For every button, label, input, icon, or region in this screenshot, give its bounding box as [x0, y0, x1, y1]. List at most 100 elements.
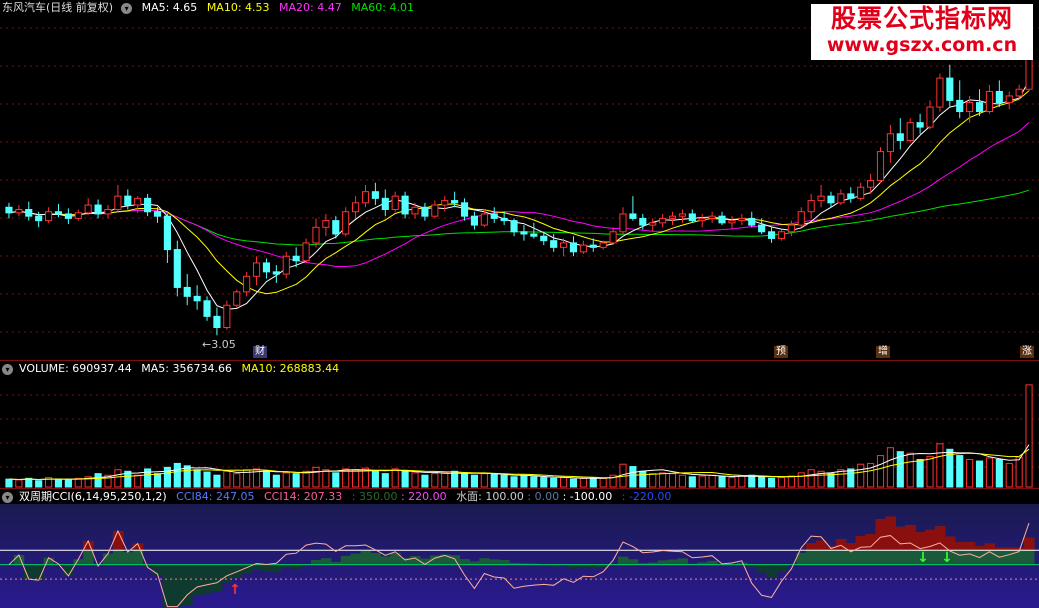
volume-bar: [629, 466, 637, 488]
event-badge-increase[interactable]: 增: [876, 346, 890, 358]
event-badge-financial[interactable]: 财: [253, 346, 267, 358]
volume-bar: [857, 463, 865, 488]
ma10-line: [8, 90, 1030, 295]
cci-long-area: [380, 556, 391, 565]
watermark-logo: 股票公式指标网 www.gszx.com.cn: [811, 4, 1033, 60]
cci-long-area: [499, 559, 510, 565]
sell-signal-down-arrow-icon: ↓: [917, 550, 929, 566]
candle-body: [876, 151, 885, 182]
cci-long-area: [172, 564, 183, 607]
volume-bar: [649, 473, 657, 488]
volume-bar: [956, 455, 964, 488]
candle-body: [975, 102, 984, 113]
volume-bar: [134, 474, 142, 488]
candle-body: [332, 220, 340, 235]
volume-bar: [74, 477, 82, 488]
candle-body: [767, 231, 776, 239]
volume-bar: [698, 475, 706, 488]
volume-bar: [728, 477, 736, 488]
volume-bar: [64, 479, 72, 488]
volume-ma5-label: MA5: 356734.66: [141, 362, 232, 375]
event-badge-forecast[interactable]: 预: [774, 346, 788, 358]
volume-bar: [441, 472, 449, 488]
volume-bar: [272, 474, 280, 488]
candle-body: [926, 106, 934, 128]
candle-body: [550, 240, 558, 248]
candle-body: [213, 315, 221, 329]
cci-indicator-chart[interactable]: ↑ ↓ ↓: [0, 488, 1039, 608]
cci-long-area: [291, 564, 302, 569]
volume-bar: [510, 476, 518, 488]
candle-body: [886, 133, 894, 153]
candle-body: [777, 231, 786, 239]
cci-overbought-area: [905, 525, 916, 551]
volume-bar: [173, 462, 181, 488]
volume-bar: [223, 470, 231, 488]
volume-bar: [668, 473, 677, 488]
volume-bar: [569, 478, 578, 488]
candle-body: [451, 200, 459, 204]
candle-body: [1015, 88, 1023, 97]
candle-body: [728, 220, 736, 224]
volume-bar: [262, 470, 271, 488]
volume-bar: [966, 459, 974, 488]
volume-bar: [847, 468, 855, 488]
cci-long-area: [766, 564, 777, 578]
candle-body: [193, 295, 201, 302]
volume-bar: [589, 477, 597, 488]
volume-settings-toggle-icon[interactable]: ▾: [2, 363, 13, 375]
volume-chart-pane[interactable]: ▾ VOLUME: 690937.44 MA5: 356734.66 MA10: …: [0, 361, 1039, 488]
cci-indicator-name: 双周期CCI(6,14,95,250,1,2): [19, 490, 167, 503]
volume-bar: [837, 469, 845, 488]
candle-body: [401, 195, 409, 215]
cci-long-area: [43, 557, 55, 565]
volume-bar: [559, 477, 568, 488]
cci84-label: CCI84: 247.05: [176, 490, 255, 503]
level-neg220-label: : -220.00: [621, 490, 672, 503]
buy-signal-up-arrow-icon: ↑: [229, 582, 241, 598]
volume-bar: [1015, 456, 1023, 488]
cci-long-area: [667, 559, 678, 565]
candle-body: [94, 204, 102, 215]
cci-long-area: [261, 564, 272, 572]
event-badge-limit-up[interactable]: 涨: [1020, 346, 1034, 358]
volume-bar: [322, 469, 330, 488]
cci-long-area: [677, 558, 688, 565]
volume-bar: [460, 473, 469, 488]
volume-chart[interactable]: [0, 361, 1039, 488]
candle-body: [589, 244, 597, 248]
cci-settings-toggle-icon[interactable]: ▾: [2, 491, 13, 503]
candle-body: [441, 200, 449, 206]
volume-bar: [579, 477, 587, 488]
candle-body: [163, 215, 171, 251]
candle-body: [74, 212, 82, 219]
cci-overbought-area: [835, 539, 847, 551]
volume-bar: [550, 477, 558, 488]
candle-body: [837, 193, 845, 204]
sell-signal-down-arrow-icon: ↓: [941, 550, 953, 566]
volume-bar: [876, 455, 885, 488]
cci-indicator-pane[interactable]: ↑ ↓ ↓ ▾ 双周期CCI(6,14,95,250,1,2) CCI84: 247.…: [0, 488, 1039, 608]
cci-long-area: [271, 564, 282, 573]
cci-long-area: [320, 558, 332, 565]
candle-body: [530, 233, 538, 237]
candle-body: [124, 195, 132, 206]
cci-overbought-area: [806, 542, 817, 551]
price-settings-toggle-icon[interactable]: ▾: [121, 2, 133, 14]
cci-long-area: [73, 559, 84, 565]
volume-bar: [203, 471, 211, 488]
volume-bar: [500, 474, 508, 488]
candle-body: [480, 213, 488, 226]
cci-long-area: [568, 564, 579, 569]
candle-body: [54, 211, 63, 215]
volume-bar: [312, 466, 320, 488]
candle-body: [946, 77, 954, 101]
volume-bar: [352, 469, 360, 488]
candle-body: [292, 255, 300, 262]
candle-body: [371, 191, 379, 199]
cci-long-area: [479, 558, 490, 565]
candle-body: [659, 217, 667, 224]
candle-body: [381, 197, 389, 210]
price-chart-pane[interactable]: 东风汽车(日线 前复权) ▾ MA5: 4.65 MA10: 4.53 MA20:…: [0, 0, 1039, 360]
volume-bar: [708, 474, 716, 488]
